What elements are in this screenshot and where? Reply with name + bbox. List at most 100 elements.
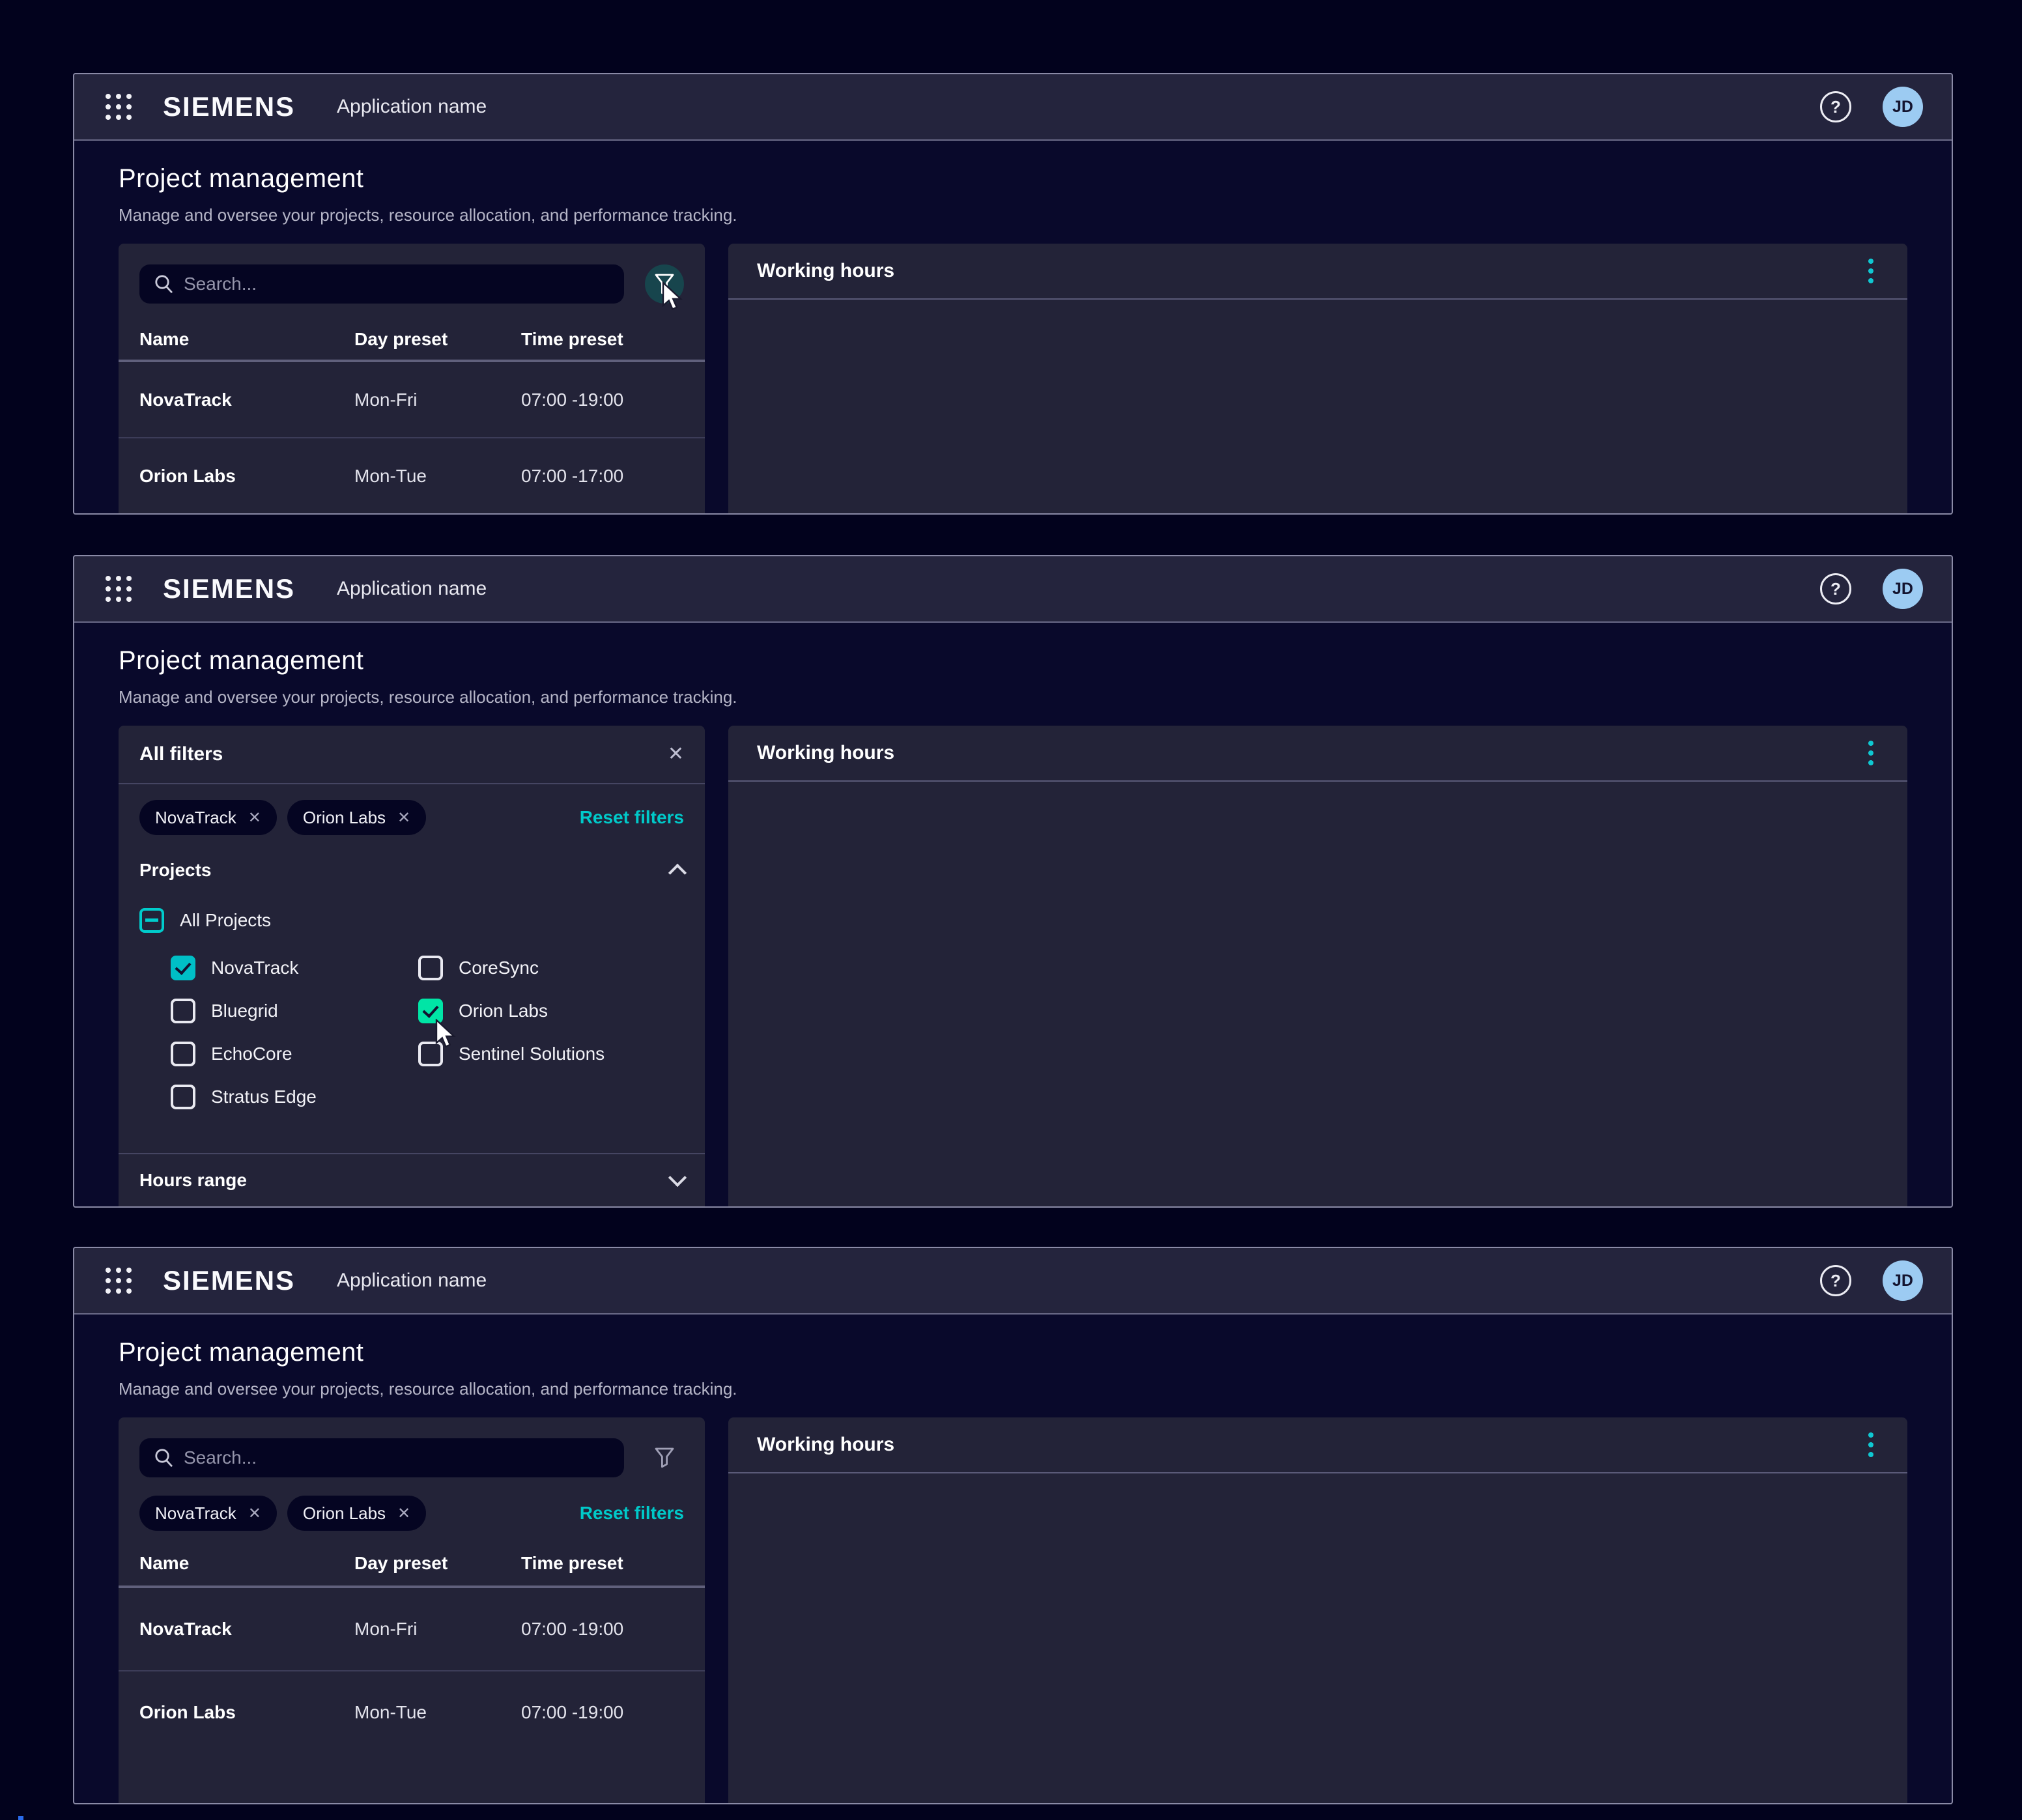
filter-chip[interactable]: Orion Labs ✕: [287, 1496, 426, 1531]
page-title: Project management: [119, 646, 1907, 675]
panel-content: Project management Manage and oversee yo…: [74, 623, 1952, 1206]
help-icon[interactable]: ?: [1820, 573, 1851, 604]
working-hours-card: Working hours: [728, 726, 1907, 1206]
application-name: Application name: [337, 578, 487, 600]
page-subtitle: Manage and oversee your projects, resour…: [119, 1379, 1907, 1399]
table-row[interactable]: Orion Labs Mon-Tue 07:00 -19:00: [119, 1671, 705, 1754]
page-title: Project management: [119, 1338, 1907, 1367]
project-checkbox-item[interactable]: EchoCore: [171, 1041, 418, 1067]
reset-filters-link[interactable]: Reset filters: [580, 807, 684, 828]
cell-name: NovaTrack: [139, 1619, 354, 1640]
search-icon: [154, 1447, 175, 1468]
column-header-name: Name: [139, 329, 354, 350]
chip-remove-icon[interactable]: ✕: [248, 808, 261, 827]
siemens-logo: SIEMENS: [163, 91, 295, 122]
project-checkbox-item[interactable]: Orion Labs: [418, 998, 684, 1024]
page: SIEMENS Application name ? JD Project ma…: [0, 0, 2022, 1820]
page-subtitle: Manage and oversee your projects, resour…: [119, 205, 1907, 225]
table-header-row: Name Day preset Time preset: [119, 319, 705, 360]
filter-button[interactable]: [645, 1438, 684, 1477]
all-filters-title: All filters: [139, 743, 223, 765]
panel-content: Project management Manage and oversee yo…: [74, 1315, 1952, 1803]
filter-button[interactable]: [645, 264, 684, 304]
project-checkbox-item[interactable]: Stratus Edge: [171, 1084, 418, 1110]
filter-chip[interactable]: Orion Labs ✕: [287, 800, 426, 835]
cell-time: 07:00 -19:00: [521, 390, 684, 410]
chevron-up-icon: [668, 864, 687, 882]
checkbox-label: EchoCore: [211, 1044, 292, 1064]
project-checkbox-item[interactable]: Bluegrid: [171, 998, 418, 1024]
search-input[interactable]: [139, 264, 624, 304]
panel-content: Project management Manage and oversee yo…: [74, 141, 1952, 513]
chip-remove-icon[interactable]: ✕: [248, 1504, 261, 1523]
column-header-time: Time preset: [521, 329, 684, 350]
checkbox[interactable]: [171, 1085, 195, 1109]
filter-icon: [654, 273, 675, 295]
filter-chip[interactable]: NovaTrack ✕: [139, 1496, 277, 1531]
working-hours-body: [728, 1473, 1907, 1803]
kebab-menu-icon[interactable]: [1863, 735, 1879, 771]
close-icon[interactable]: ✕: [668, 745, 684, 764]
mockup-panel-2: SIEMENS Application name ? JD Project ma…: [73, 555, 1953, 1208]
mockup-panel-1: SIEMENS Application name ? JD Project ma…: [73, 73, 1953, 515]
chip-remove-icon[interactable]: ✕: [397, 808, 410, 827]
page-title: Project management: [119, 164, 1907, 193]
select-all-projects[interactable]: All Projects: [139, 908, 684, 933]
table-row[interactable]: NovaTrack Mon-Fri 07:00 -19:00: [119, 1588, 705, 1670]
column-header-day: Day preset: [354, 329, 521, 350]
project-checkbox-item[interactable]: NovaTrack: [171, 955, 418, 981]
cell-name: Orion Labs: [139, 1702, 354, 1723]
column-header-name: Name: [139, 1553, 354, 1574]
chip-remove-icon[interactable]: ✕: [397, 1504, 410, 1523]
checkbox-label: All Projects: [180, 910, 271, 931]
reset-filters-link[interactable]: Reset filters: [580, 1503, 684, 1524]
avatar[interactable]: JD: [1883, 87, 1923, 127]
column-header-time: Time preset: [521, 1553, 684, 1574]
page-subtitle: Manage and oversee your projects, resour…: [119, 687, 1907, 707]
filter-icon: [654, 1447, 675, 1469]
cell-day: Mon-Fri: [354, 1619, 521, 1640]
checkbox[interactable]: [418, 1042, 443, 1066]
checkbox-label: Orion Labs: [459, 1001, 548, 1021]
table-row[interactable]: Orion Labs Mon-Tue 07:00 -17:00: [119, 438, 705, 513]
all-filters-panel: All filters ✕ NovaTrack ✕ Orion Labs ✕: [119, 726, 705, 1206]
cell-name: NovaTrack: [139, 390, 354, 410]
kebab-menu-icon[interactable]: [1863, 253, 1879, 289]
app-bar: SIEMENS Application name ? JD: [74, 74, 1952, 141]
search-input[interactable]: [139, 1438, 624, 1477]
projects-checkbox-grid: NovaTrack CoreSync Bluegrid Orion L: [171, 955, 684, 1110]
chip-label: NovaTrack: [155, 1503, 236, 1524]
app-launcher-icon[interactable]: [106, 94, 132, 120]
working-hours-title: Working hours: [757, 260, 894, 282]
siemens-logo: SIEMENS: [163, 573, 295, 604]
checkbox[interactable]: [171, 956, 195, 980]
checkbox[interactable]: [171, 999, 195, 1023]
chip-label: Orion Labs: [303, 808, 386, 828]
working-hours-title: Working hours: [757, 742, 894, 764]
chip-label: NovaTrack: [155, 808, 236, 828]
presets-card: NovaTrack ✕ Orion Labs ✕ Reset filters N…: [119, 1417, 705, 1803]
mockup-panel-3: SIEMENS Application name ? JD Project ma…: [73, 1247, 1953, 1804]
all-projects-checkbox[interactable]: [139, 908, 164, 933]
app-launcher-icon[interactable]: [106, 576, 132, 602]
avatar[interactable]: JD: [1883, 569, 1923, 609]
kebab-menu-icon[interactable]: [1863, 1427, 1879, 1462]
checkbox-label: Stratus Edge: [211, 1087, 317, 1107]
projects-section-header[interactable]: Projects: [119, 848, 705, 892]
app-launcher-icon[interactable]: [106, 1268, 132, 1294]
project-checkbox-item[interactable]: Sentinel Solutions: [418, 1041, 684, 1067]
checkbox[interactable]: [418, 999, 443, 1023]
avatar[interactable]: JD: [1883, 1260, 1923, 1301]
project-checkbox-item[interactable]: CoreSync: [418, 955, 684, 981]
presets-table: Name Day preset Time preset NovaTrack Mo…: [119, 1541, 705, 1754]
filter-chip[interactable]: NovaTrack ✕: [139, 800, 277, 835]
help-icon[interactable]: ?: [1820, 1265, 1851, 1296]
search-icon: [154, 274, 175, 294]
help-icon[interactable]: ?: [1820, 91, 1851, 122]
checkbox[interactable]: [171, 1042, 195, 1066]
section-label: Hours range: [139, 1170, 247, 1191]
checkbox[interactable]: [418, 956, 443, 980]
app-bar: SIEMENS Application name ? JD: [74, 556, 1952, 623]
hours-range-section-header[interactable]: Hours range: [119, 1154, 705, 1206]
table-row[interactable]: NovaTrack Mon-Fri 07:00 -19:00: [119, 362, 705, 437]
